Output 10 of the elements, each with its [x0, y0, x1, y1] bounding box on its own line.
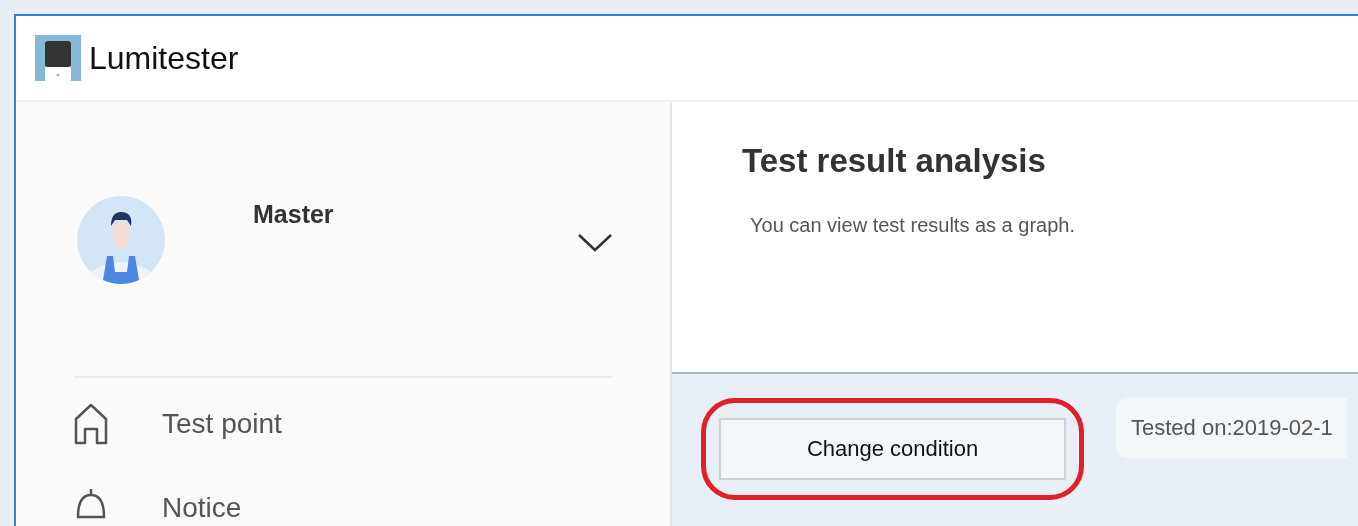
home-icon [73, 403, 109, 445]
page-description: You can view test results as a graph. [750, 214, 1076, 237]
change-condition-button[interactable]: Change condition [719, 418, 1066, 480]
chevron-down-icon[interactable] [576, 233, 613, 253]
app-logo-icon [35, 35, 81, 81]
window-title: Lumitester [89, 39, 239, 77]
page-title: Test result analysis [742, 142, 1047, 180]
tested-date: Tested on:2019-02-1 [1116, 398, 1347, 458]
avatar-icon [77, 196, 165, 284]
user-name: Master [253, 200, 334, 229]
